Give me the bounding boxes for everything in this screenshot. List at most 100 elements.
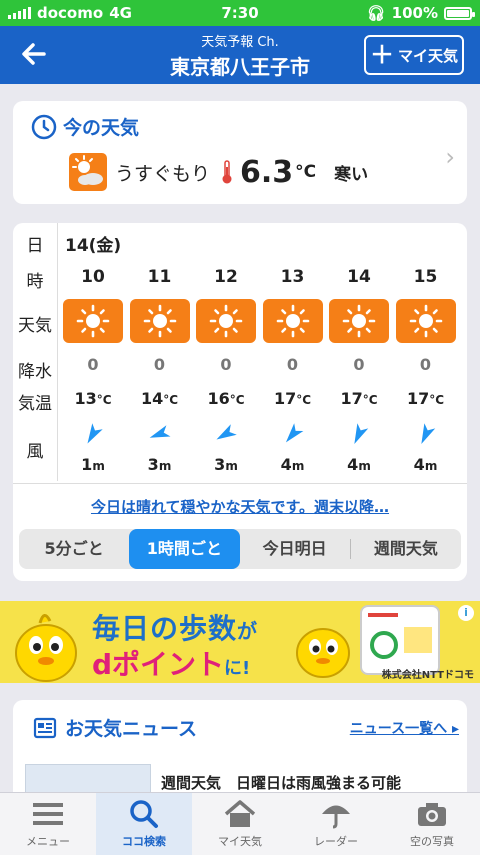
menu-icon (33, 803, 63, 825)
ad-line2: dポイント (92, 648, 225, 681)
segment-5min[interactable]: 5分ごと (19, 529, 129, 569)
current-condition: うすぐもり (115, 162, 211, 185)
sun-icon-tile (194, 299, 258, 343)
bottom-tab-bar: メニュー ココ検索 マイ天気 レーダー 空の写真 (0, 792, 480, 855)
partly-cloudy-icon (69, 153, 107, 191)
wind-speed-value: 4m (327, 455, 391, 474)
row-label-weather: 天気 (18, 316, 52, 336)
wind-number: 4 (280, 455, 292, 474)
tab-search[interactable]: ココ検索 (96, 793, 192, 855)
wind-arrow-icon (149, 425, 171, 438)
temp-number: 13 (74, 389, 97, 408)
wind-unit: m (92, 459, 105, 473)
temp-value: 17°C (394, 389, 458, 408)
sun-icon-tile (128, 299, 192, 343)
camera-icon (418, 803, 446, 826)
temp-value: 17°C (261, 389, 325, 408)
sun-icon-tile (61, 299, 125, 343)
temp-value: 14°C (128, 389, 192, 408)
hour-label: 10 (81, 267, 105, 287)
wind-speed-value: 4m (394, 455, 458, 474)
thermometer-icon (222, 160, 232, 184)
current-weather-card[interactable]: 今の天気 うすぐもり 6.3 °C 寒い › (13, 101, 467, 204)
news-item-title[interactable]: 週間天気 日曜日は雨風強まる可能 (161, 772, 401, 793)
news-list-link[interactable]: ニュース一覧へ ▸ (350, 718, 459, 738)
wind-direction (394, 421, 458, 451)
row-label-precip: 降水 (18, 362, 52, 382)
ad-info-icon[interactable]: i (458, 605, 474, 621)
wind-arrow-icon (285, 423, 303, 443)
forecast-summary-link[interactable]: 今日は晴れて穏やかな天気です。週末以降… (13, 483, 467, 517)
wind-direction (128, 421, 192, 451)
ad-company: 株式会社NTTドコモ (381, 670, 474, 681)
tab-radar[interactable]: レーダー (288, 793, 384, 855)
wind-unit: m (358, 459, 371, 473)
row-label-day: 日 (26, 236, 44, 256)
tab-menu[interactable]: メニュー (0, 793, 96, 855)
wind-number: 4 (347, 455, 359, 474)
status-bar: docomo 4G 7:30 🎧︎ 100% (0, 0, 480, 26)
row-label-hour: 時 (26, 272, 44, 292)
temp-unit: °C (163, 393, 179, 407)
wind-unit: m (291, 459, 305, 473)
hour-label: 14 (347, 267, 371, 287)
add-my-weather-button[interactable]: ＋ マイ天気 (364, 35, 464, 75)
temp-value: 13°C (61, 389, 125, 408)
temp-unit: °C (229, 393, 245, 407)
search-icon (130, 800, 158, 828)
sun-icon-tile (327, 299, 391, 343)
temp-number: 17 (406, 389, 430, 408)
wind-unit: m (225, 459, 238, 473)
segment-today-tomorrow[interactable]: 今日明日 (240, 529, 350, 569)
mascot-right-image (296, 628, 350, 678)
precip-value: 0 (419, 355, 432, 374)
chevron-right-icon: › (445, 143, 455, 171)
battery-percent: 100% (391, 4, 438, 22)
wind-direction (194, 421, 258, 451)
ad-line1: 毎日の歩数 (92, 612, 238, 645)
tab-sky-photos[interactable]: 空の写真 (384, 793, 480, 855)
news-heading: お天気ニュース (65, 718, 198, 740)
sun-icon (196, 299, 256, 343)
wind-unit: m (158, 459, 172, 473)
wind-speed-value: 4m (261, 455, 325, 474)
wind-arrow-icon (420, 423, 435, 444)
app-header: 天気予報 Ch. 東京都八王子市 ＋ マイ天気 (0, 26, 480, 84)
segment-weekly[interactable]: 週間天気 (351, 529, 461, 569)
ad-banner[interactable]: 毎日の歩数が dポイントに! i 株式会社NTTドコモ (0, 601, 480, 683)
precip-value: 0 (87, 355, 99, 374)
precip-value: 0 (153, 355, 166, 374)
segment-hourly[interactable]: 1時間ごと (129, 529, 240, 569)
sun-icon (63, 299, 123, 343)
hour-label: 13 (280, 267, 305, 287)
hourly-forecast-card: 日 時 天気 降水 気温 風 14(金) 10 0 13°C 1m 11 0 14°C 3m 1… (13, 223, 467, 581)
umbrella-icon (322, 805, 350, 829)
precip-value: 0 (220, 355, 232, 374)
wind-unit: m (424, 459, 438, 473)
wind-arrow-icon (216, 424, 237, 440)
sun-icon (129, 299, 190, 343)
phone-image (360, 605, 440, 675)
current-temperature: 6.3 (240, 154, 294, 190)
temp-number: 17 (273, 389, 297, 408)
temp-number: 16 (207, 389, 230, 408)
temp-unit: °C (96, 393, 112, 407)
clock-icon (31, 114, 57, 139)
plus-icon: ＋ (369, 41, 394, 69)
tab-my-weather[interactable]: マイ天気 (192, 793, 288, 855)
clock: 7:30 (221, 4, 259, 22)
current-heading: 今の天気 (63, 117, 140, 139)
wind-arrow-icon (87, 423, 103, 444)
newspaper-icon (33, 717, 57, 738)
wind-number: 4 (413, 455, 425, 474)
current-feel: 寒い (334, 164, 369, 185)
temp-unit: °C (429, 393, 445, 407)
add-my-weather-label: マイ天気 (397, 46, 458, 65)
wind-direction (261, 421, 325, 451)
precip-value: 0 (286, 355, 299, 374)
wind-number: 1 (81, 455, 93, 474)
hour-label: 11 (147, 267, 172, 287)
sun-icon (329, 299, 389, 343)
temp-unit: °C (296, 393, 312, 407)
wind-speed-value: 3m (128, 455, 192, 474)
